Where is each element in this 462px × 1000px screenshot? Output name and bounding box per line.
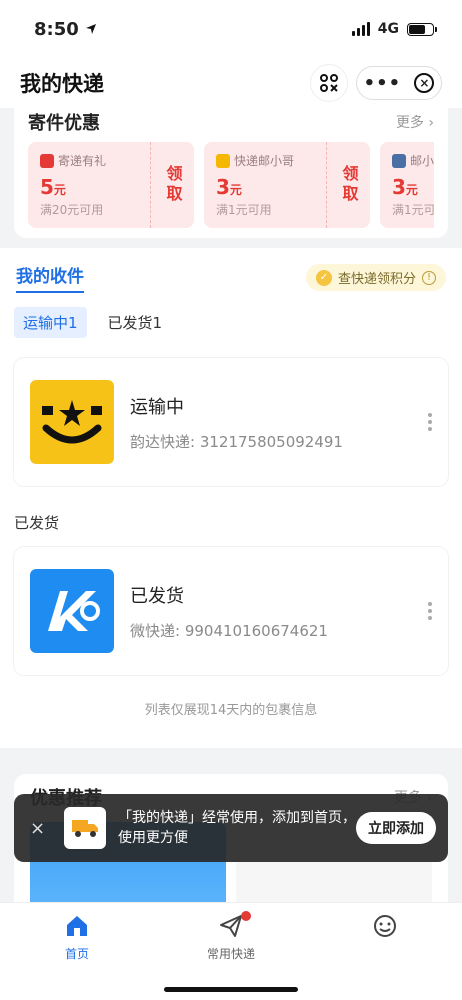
notification-dot <box>241 911 251 921</box>
package-card[interactable]: 运输中 韵达快递: 312175805092491 <box>14 358 448 486</box>
tab-in-transit[interactable]: 运输中1 <box>14 307 87 338</box>
tab-home-label: 首页 <box>64 947 89 961</box>
coupon-name: 邮小哥 <box>410 154 434 168</box>
coupon-amount: 5 <box>40 175 54 199</box>
gift-icon <box>40 153 54 168</box>
bottom-tabbar: 首页 常用快递 <box>0 902 462 1000</box>
coupon-amount: 3 <box>392 175 406 199</box>
tab-home[interactable]: 首页 <box>27 913 127 1000</box>
yunda-logo-icon <box>30 380 114 464</box>
shipped-section-label: 已发货 <box>14 514 60 532</box>
close-miniapp-icon[interactable]: × <box>414 73 435 93</box>
package-tracking: 韵达快递: 312175805092491 <box>130 432 343 451</box>
tab-common-express-label: 常用快递 <box>206 947 255 961</box>
coupon-amount: 3 <box>216 175 230 199</box>
smile-icon <box>374 915 396 937</box>
battery-icon <box>407 22 437 36</box>
add-to-home-toast: × 「我的快递」经常使用，添加到首页，使用更方便 立即添加 <box>14 794 448 862</box>
status-time: 8:50 <box>34 18 79 40</box>
received-section-title: 我的收件 <box>16 262 84 293</box>
page-title: 我的快递 <box>20 72 104 96</box>
tab-shipped[interactable]: 已发货1 <box>99 307 172 338</box>
coupon-section-title: 寄件优惠 <box>28 113 100 134</box>
points-label: 查快递领积分 <box>337 272 416 287</box>
add-now-button[interactable]: 立即添加 <box>356 812 436 844</box>
courier-avatar-icon <box>392 153 406 168</box>
miniapp-capsule: ••• × <box>356 66 442 100</box>
home-icon <box>67 916 87 936</box>
package-tracking: 微快递: 990410160674621 <box>130 621 328 640</box>
package-more-icon[interactable] <box>428 413 432 431</box>
coupon-condition: 满1元可用 <box>216 203 272 217</box>
truck-icon <box>64 807 106 849</box>
courier-avatar-icon <box>216 153 230 168</box>
package-status: 运输中 <box>130 396 184 418</box>
claim-coupon-button[interactable]: 领取 <box>326 142 370 228</box>
claim-coupon-button[interactable]: 领取 <box>150 142 194 228</box>
location-arrow-icon <box>85 24 96 34</box>
coupon-condition: 满1元可用 <box>392 203 434 217</box>
signal-icon <box>351 22 370 36</box>
package-card[interactable]: 已发货 微快递: 990410160674621 <box>14 547 448 675</box>
coupon-section: 寄件优惠 更多 › 寄递有礼 5元 满20元可用 领取 快递邮小哥 3元 满1元… <box>14 108 448 238</box>
scan-icon <box>320 74 338 92</box>
more-menu-icon[interactable]: ••• <box>364 73 402 94</box>
coupon-condition: 满20元可用 <box>40 203 104 217</box>
scan-button[interactable] <box>310 64 348 102</box>
package-status: 已发货 <box>130 585 184 607</box>
toast-close-icon[interactable]: × <box>30 818 50 839</box>
package-more-icon[interactable] <box>428 602 432 620</box>
coupon-card[interactable]: 寄递有礼 5元 满20元可用 领取 <box>28 142 194 228</box>
info-icon[interactable]: ! <box>422 270 436 285</box>
status-bar: 8:50 4G <box>0 0 462 58</box>
network-type: 4G <box>377 21 399 37</box>
tab-profile[interactable] <box>335 913 435 1000</box>
coupon-card[interactable]: 快递邮小哥 3元 满1元可用 领取 <box>204 142 370 228</box>
coupon-more-link[interactable]: 更多 › <box>396 112 434 132</box>
coupon-name: 快递邮小哥 <box>234 154 295 168</box>
weikuaidi-logo-icon <box>30 569 114 653</box>
points-coin-icon: ✓ <box>315 269 332 286</box>
points-button[interactable]: ✓ 查快递领积分 ! <box>305 264 446 291</box>
coupon-card[interactable]: 邮小哥 3元 满1元可用 领取 <box>380 142 434 228</box>
list-footer-note: 列表仅展现14天内的包裹信息 <box>144 703 318 718</box>
home-indicator <box>164 987 298 992</box>
coupon-name: 寄递有礼 <box>58 154 107 168</box>
received-section: 我的收件 ✓ 查快递领积分 ! 运输中1 已发货1 运输中 韵达快递: 3121… <box>0 248 462 748</box>
toast-message: 「我的快递」经常使用，添加到首页，使用更方便 <box>118 810 356 846</box>
nav-bar: 我的快递 ••• × <box>0 58 462 108</box>
